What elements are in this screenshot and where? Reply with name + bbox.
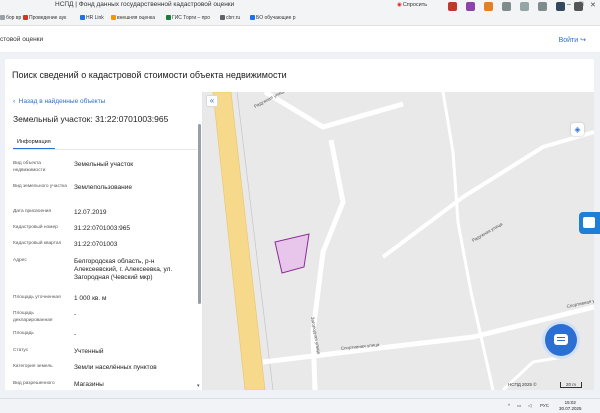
map-view[interactable]: Радужная улица Радужная улица Загородная… [203,92,594,390]
object-info-panel: ‹ Назад в найденные объекты Земельный уч… [5,92,203,390]
bookmark-item[interactable]: HR Link [80,15,104,21]
panel-scrollbar[interactable] [198,124,201,304]
extension-icon[interactable] [520,2,529,11]
site-header: стовой оценки Войти ↪ [0,27,600,53]
bookmark-item[interactable]: бор вр [0,15,21,21]
os-taskbar: ^ ▭ ◁ РУС 15:02 30.07.2025 [0,398,600,413]
bookmark-icon [23,15,28,20]
street-road [263,92,404,130]
window-title: НСПД | Фонд данных государственной кадас… [55,1,235,8]
attribute-key: Площадь [13,331,34,336]
street-road [441,92,495,390]
collapse-panel-button[interactable]: « [206,95,218,107]
system-clock[interactable]: 15:02 30.07.2025 [559,400,582,412]
layers-icon[interactable]: ◈ [571,123,584,136]
chat-button[interactable] [545,324,577,356]
attribute-value: 1 000 кв. м [74,295,107,302]
tab-information[interactable]: Информация [13,138,55,149]
ai-icon: ◉ [397,2,402,8]
bookmark-item[interactable]: внешняя оценка [111,15,155,21]
close-icon[interactable]: ✕ [590,1,596,9]
extension-icon[interactable] [466,2,475,11]
attribute-key: Адрес [13,258,27,263]
network-icon[interactable]: ▭ [517,403,521,409]
attribute-value: Белгородская область, р-н Алексеевский, … [74,258,173,281]
land-parcel [274,233,310,274]
hr-link-icon [80,15,85,20]
scroll-down-arrow-icon[interactable]: ▾ [197,383,200,389]
chat-icon [554,334,568,345]
attribute-key: Вид объекта недвижимости [13,161,46,173]
search-card: Поиск сведений о кадастровой стоимости о… [5,59,594,93]
main-road [212,92,266,390]
minimize-icon[interactable]: – [567,1,571,8]
attribute-value: Землепользование [74,184,132,191]
bookmark-icon [111,15,116,20]
attribute-key: Дата присвоения [13,209,52,214]
attribute-value: Учтенный [74,348,104,355]
attribute-key: Кадастровый номер [13,225,58,230]
attribute-value: Земли населённых пунктов [74,364,157,371]
map-canvas: Радужная улица Радужная улица Загородная… [212,92,594,390]
map-attribution: НСПД 2025 © [508,382,537,387]
bookmark-item[interactable]: cbrr.ru [220,15,240,21]
page-title: Поиск сведений о кадастровой стоимости о… [12,70,287,80]
street-road [381,130,594,259]
attribute-key: Вид разрешенного [13,381,55,386]
attribute-value: 31:22:0701003:965 [74,225,131,232]
bookmark-item[interactable]: Проведение аук [23,15,66,21]
street-label: Радужная улица [471,221,504,243]
back-to-results-link[interactable]: ‹ Назад в найденные объекты [13,98,105,105]
site-title-partial: стовой оценки [0,36,44,43]
attribute-value: Магазины [74,381,104,388]
attribute-key: Категория земель [13,364,53,369]
folder-icon [250,15,255,20]
tray-chevron-icon[interactable]: ^ [508,403,510,408]
attribute-value: - [74,311,77,318]
volume-icon[interactable]: ◁ [528,403,531,409]
attribute-value: - [74,331,77,338]
info-tabs: Информация [13,138,197,150]
attribute-value: 31:22:0701003 [74,241,118,248]
bookmark-item[interactable]: ГИС Торги – про [166,15,210,21]
profile-icon[interactable] [574,2,583,11]
side-widget-button[interactable] [579,212,600,234]
extension-icon[interactable] [484,2,493,11]
language-indicator[interactable]: РУС [540,403,549,408]
extension-icon[interactable] [448,2,457,11]
map-scale: 20 m [560,382,582,388]
attribute-key: Кадастровый квартал [13,241,62,246]
ask-ai-button[interactable]: ◉Спросить [397,2,427,8]
extension-icon[interactable] [502,2,511,11]
page-icon [220,15,225,20]
attribute-key: Вид земельного участка [13,184,67,189]
extension-icon[interactable] [538,2,547,11]
gis-icon [166,15,171,20]
attribute-value: 12.07.2019 [74,209,107,216]
page-icon [0,15,5,20]
attribute-key: Статус [13,348,29,353]
object-title: Земельный участок: 31:22:0701003:965 [13,114,169,124]
bookmark-item[interactable]: БО обучающие р [250,15,296,21]
widget-icon [583,217,595,228]
bookmarks-bar: бор вр Проведение аук HR Link внешняя оц… [0,12,600,26]
extension-icon[interactable] [556,2,565,11]
login-button[interactable]: Войти ↪ [559,36,586,44]
attribute-value: Земельный участок [74,161,134,168]
attribute-key: Площадь уточненная [13,295,61,300]
login-arrow-icon: ↪ [580,37,586,44]
attribute-key: Площадь декларированная [13,311,53,323]
